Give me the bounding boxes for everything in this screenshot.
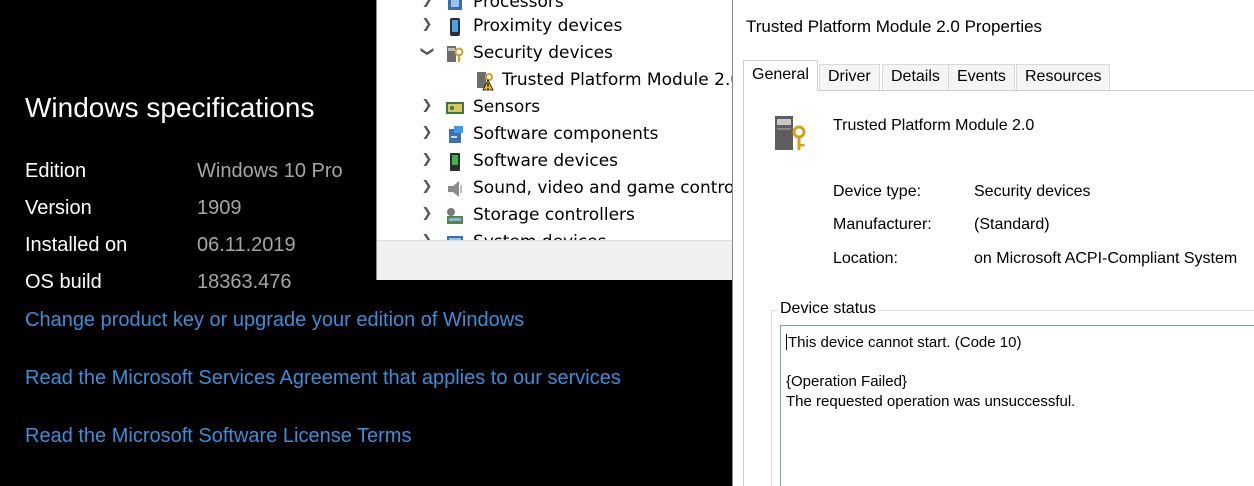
spec-label: Installed on bbox=[25, 234, 128, 256]
text-caret bbox=[786, 334, 787, 350]
storage-controller-icon bbox=[445, 206, 465, 226]
services-agreement-link[interactable]: Read the Microsoft Services Agreement th… bbox=[25, 367, 621, 390]
chevron-down-icon[interactable]: ❯ bbox=[420, 46, 435, 58]
device-manager-window: ❯ Processors ❯ Proximity devices ❯ Secur… bbox=[376, 0, 756, 280]
spec-value: 06.11.2019 bbox=[197, 234, 296, 256]
change-product-key-link[interactable]: Change product key or upgrade your editi… bbox=[25, 309, 524, 332]
prop-label: Device type: bbox=[833, 183, 922, 200]
tree-item-security-devices[interactable]: ❯ Security devices bbox=[377, 41, 756, 68]
spec-value: Windows 10 Pro bbox=[197, 160, 343, 182]
sensor-icon bbox=[445, 98, 465, 118]
chevron-right-icon[interactable]: ❯ bbox=[421, 206, 433, 221]
status-line bbox=[786, 353, 1254, 373]
chevron-right-icon[interactable]: ❯ bbox=[421, 152, 433, 167]
tree-item-trusted-platform-module[interactable]: Trusted Platform Module 2.0 bbox=[377, 68, 756, 95]
tree-item-software-components[interactable]: ❯ Software components bbox=[377, 122, 756, 149]
windows-specifications-heading: Windows specifications bbox=[25, 92, 315, 123]
prop-label: Manufacturer: bbox=[833, 216, 932, 233]
tpm-device-icon bbox=[771, 112, 811, 154]
spec-value: 18363.476 bbox=[197, 271, 292, 293]
system-device-icon bbox=[445, 233, 465, 240]
tree-item-proximity-devices[interactable]: ❯ Proximity devices bbox=[377, 14, 756, 41]
spec-label: OS build bbox=[25, 271, 102, 293]
software-device-icon bbox=[445, 152, 465, 172]
tab-events[interactable]: Events bbox=[948, 64, 1015, 90]
tree-item-label: Security devices bbox=[473, 43, 613, 63]
tree-item-label: Sensors bbox=[473, 97, 541, 117]
chevron-right-icon[interactable]: ❯ bbox=[421, 0, 433, 8]
tree-item-label: System devices bbox=[473, 232, 607, 240]
spec-label: Edition bbox=[25, 160, 87, 182]
warning-device-icon bbox=[474, 71, 494, 91]
spec-row-edition: Edition Windows 10 Pro bbox=[25, 160, 385, 190]
tree-item-storage-controllers[interactable]: ❯ Storage controllers bbox=[377, 203, 756, 230]
chevron-right-icon[interactable]: ❯ bbox=[421, 179, 433, 194]
dialog-title: Trusted Platform Module 2.0 Properties bbox=[746, 17, 1043, 36]
prop-value: Security devices bbox=[974, 183, 1091, 200]
status-line: This device cannot start. (Code 10) bbox=[788, 334, 1022, 351]
tree-item-label: Storage controllers bbox=[473, 205, 635, 225]
chevron-right-icon[interactable]: ❯ bbox=[421, 17, 433, 32]
spec-row-os-build: OS build 18363.476 bbox=[25, 271, 385, 301]
spec-label: Version bbox=[25, 197, 92, 219]
tree-item-sound-video-game-controllers[interactable]: ❯ Sound, video and game controllers bbox=[377, 176, 756, 203]
tree-item-sensors[interactable]: ❯ Sensors bbox=[377, 95, 756, 122]
device-manager-status-bar bbox=[377, 240, 756, 280]
device-status-legend: Device status bbox=[778, 300, 879, 318]
chevron-right-icon[interactable]: ❯ bbox=[421, 125, 433, 140]
device-name: Trusted Platform Module 2.0 bbox=[833, 117, 1035, 134]
tree-item-label: Processors bbox=[473, 0, 564, 12]
prop-value: (Standard) bbox=[974, 216, 1050, 233]
property-tabs: General Driver Details Events Resources bbox=[743, 60, 1254, 91]
security-device-icon bbox=[445, 44, 465, 64]
spec-row-installed-on: Installed on 06.11.2019 bbox=[25, 234, 385, 264]
tab-driver[interactable]: Driver bbox=[819, 64, 880, 90]
software-license-terms-link[interactable]: Read the Microsoft Software License Term… bbox=[25, 425, 411, 448]
spec-row-version: Version 1909 bbox=[25, 197, 385, 227]
chevron-right-icon[interactable]: ❯ bbox=[421, 233, 433, 240]
tree-item-software-devices[interactable]: ❯ Software devices bbox=[377, 149, 756, 176]
tpm-properties-dialog: Trusted Platform Module 2.0 Properties G… bbox=[732, 0, 1254, 486]
tree-item-label: Sound, video and game controllers bbox=[473, 178, 756, 198]
status-line: The requested operation was unsuccessful… bbox=[786, 392, 1076, 410]
chevron-right-icon[interactable]: ❯ bbox=[421, 98, 433, 113]
tree-item-system-devices[interactable]: ❯ System devices bbox=[377, 230, 756, 240]
tree-item-label: Software components bbox=[473, 124, 659, 144]
prop-value: on Microsoft ACPI-Compliant System bbox=[974, 250, 1238, 267]
tab-details[interactable]: Details bbox=[882, 64, 949, 90]
device-tree: ❯ Processors ❯ Proximity devices ❯ Secur… bbox=[377, 0, 756, 240]
speaker-icon bbox=[445, 179, 465, 199]
tree-item-label: Proximity devices bbox=[473, 16, 623, 36]
proximity-device-icon bbox=[445, 17, 465, 37]
status-line: {Operation Failed} bbox=[786, 373, 907, 390]
processor-icon bbox=[445, 0, 465, 13]
prop-label: Location: bbox=[833, 250, 898, 267]
tree-item-label: Trusted Platform Module 2.0 bbox=[502, 70, 742, 90]
tree-item-label: Software devices bbox=[473, 151, 619, 171]
device-status-textbox[interactable]: This device cannot start. (Code 10) {Ope… bbox=[780, 325, 1254, 486]
spec-value: 1909 bbox=[197, 197, 242, 219]
software-component-icon bbox=[445, 125, 465, 145]
tab-resources[interactable]: Resources bbox=[1016, 64, 1111, 90]
tab-general[interactable]: General bbox=[743, 60, 818, 91]
